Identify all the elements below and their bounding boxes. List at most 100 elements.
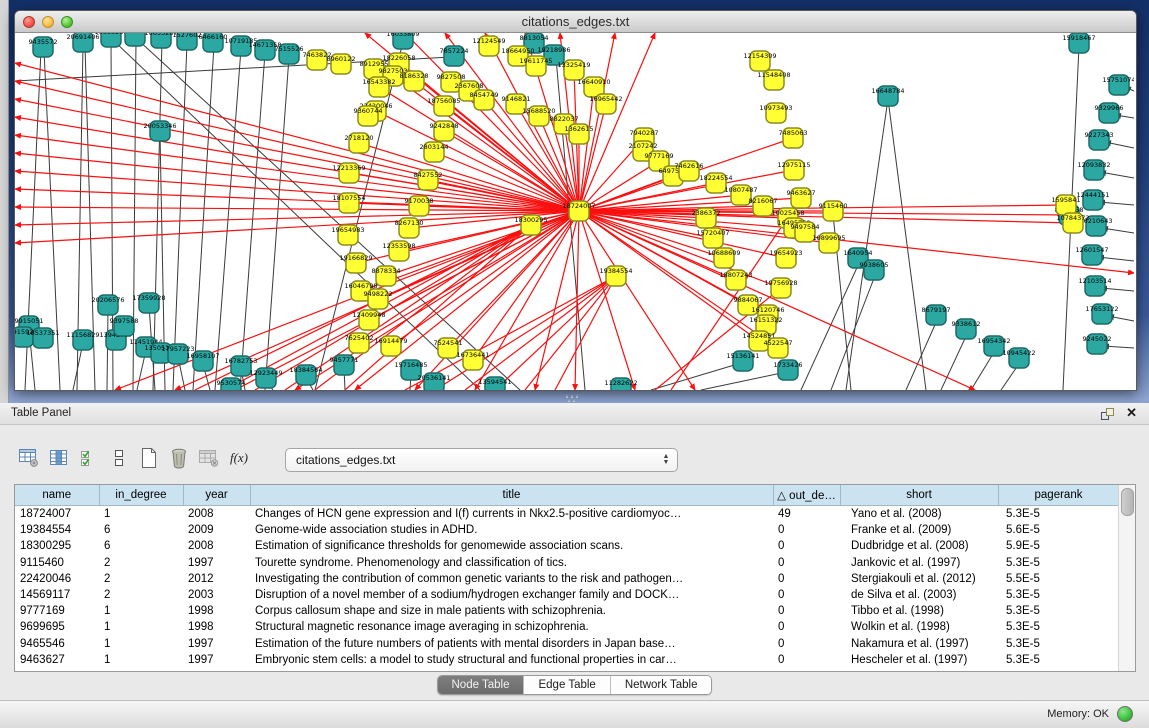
table-cell[interactable]: Wolkin et al. (1998): [840, 619, 998, 635]
delete-table-icon[interactable]: [194, 445, 224, 471]
table-row[interactable]: 969969511998Structural magnetic resonanc…: [15, 619, 1119, 635]
tab-edge-table[interactable]: Edge Table: [524, 676, 610, 694]
column-header-title[interactable]: title: [250, 485, 773, 506]
table-cell[interactable]: 9699695: [15, 619, 99, 635]
new-file-icon[interactable]: [134, 445, 164, 471]
table-cell[interactable]: 1: [99, 652, 183, 668]
table-cell[interactable]: Corpus callosum shape and size in male p…: [250, 603, 773, 619]
select-all-icon[interactable]: [74, 445, 104, 471]
table-cell[interactable]: 0: [773, 538, 840, 554]
table-cell[interactable]: 0: [773, 636, 840, 652]
table-cell[interactable]: 5.3E-5: [998, 603, 1119, 619]
table-cell[interactable]: 9465546: [15, 636, 99, 652]
table-cell[interactable]: 1998: [183, 619, 250, 635]
table-row[interactable]: 1872400712008Changes of HCN gene express…: [15, 506, 1119, 523]
table-cell[interactable]: 1997: [183, 652, 250, 668]
table-cell[interactable]: Estimation of significance thresholds fo…: [250, 538, 773, 554]
table-cell[interactable]: 5.3E-5: [998, 619, 1119, 635]
table-cell[interactable]: 18724007: [15, 506, 99, 523]
table-cell[interactable]: 1997: [183, 555, 250, 571]
table-cell[interactable]: 0: [773, 619, 840, 635]
table-row[interactable]: 2242004622012Investigating the contribut…: [15, 571, 1119, 587]
column-header-name[interactable]: name: [15, 485, 99, 506]
table-cell[interactable]: Nakamura et al. (1997): [840, 636, 998, 652]
rows-icon[interactable]: [104, 445, 134, 471]
table-cell[interactable]: 5.3E-5: [998, 652, 1119, 668]
table-row[interactable]: 977716911998Corpus callosum shape and si…: [15, 603, 1119, 619]
table-cell[interactable]: Embryonic stem cells: a model to study s…: [250, 652, 773, 668]
table-cell[interactable]: 1997: [183, 636, 250, 652]
table-row[interactable]: 1938455462009Genome-wide association stu…: [15, 522, 1119, 538]
network-window-titlebar[interactable]: citations_edges.txt: [15, 11, 1136, 33]
table-row[interactable]: 911546021997Tourette syndrome. Phenomeno…: [15, 555, 1119, 571]
panel-divider-grip[interactable]: [566, 395, 580, 402]
table-cell[interactable]: 2: [99, 571, 183, 587]
table-cell[interactable]: Structural magnetic resonance image aver…: [250, 619, 773, 635]
table-cell[interactable]: Genome-wide association studies in ADHD.: [250, 522, 773, 538]
table-cell[interactable]: 6: [99, 538, 183, 554]
table-cell[interactable]: 22420046: [15, 571, 99, 587]
column-header-out-de-[interactable]: △ out_de…: [773, 485, 840, 506]
table-cell[interactable]: 2008: [183, 538, 250, 554]
table-cell[interactable]: 2008: [183, 506, 250, 523]
table-cell[interactable]: 1: [99, 619, 183, 635]
table-cell[interactable]: 2012: [183, 571, 250, 587]
table-cell[interactable]: 0: [773, 522, 840, 538]
network-canvas[interactable]: 9435572206914061085328120937871106532871…: [15, 33, 1134, 390]
tab-network-table[interactable]: Network Table: [611, 676, 712, 694]
close-panel-icon[interactable]: ✕: [1126, 405, 1137, 421]
float-panel-icon[interactable]: [1100, 407, 1115, 426]
table-row[interactable]: 946362711997Embryonic stem cells: a mode…: [15, 652, 1119, 668]
table-cell[interactable]: 5.3E-5: [998, 636, 1119, 652]
table-cell[interactable]: 0: [773, 652, 840, 668]
table-cell[interactable]: Hescheler et al. (1997): [840, 652, 998, 668]
table-settings-icon[interactable]: [14, 445, 44, 471]
table-cell[interactable]: 1: [99, 636, 183, 652]
table-scrollbar-thumb[interactable]: [1121, 488, 1134, 516]
table-cell[interactable]: 0: [773, 571, 840, 587]
table-cell[interactable]: 9463627: [15, 652, 99, 668]
table-cell[interactable]: 2003: [183, 587, 250, 603]
table-cell[interactable]: 2009: [183, 522, 250, 538]
table-cell[interactable]: 5.6E-5: [998, 522, 1119, 538]
table-cell[interactable]: Dudbridge et al. (2008): [840, 538, 998, 554]
table-cell[interactable]: de Silva et al. (2003): [840, 587, 998, 603]
table-cell[interactable]: 9777169: [15, 603, 99, 619]
table-cell[interactable]: Stergiakouli et al. (2012): [840, 571, 998, 587]
delete-icon[interactable]: [164, 445, 194, 471]
table-cell[interactable]: 19384554: [15, 522, 99, 538]
table-cell[interactable]: 5.3E-5: [998, 587, 1119, 603]
function-icon[interactable]: f(x): [224, 445, 254, 471]
network-window[interactable]: citations_edges.txt 94355722069140610853…: [14, 10, 1137, 391]
table-cell[interactable]: 1: [99, 603, 183, 619]
table-cell[interactable]: 2: [99, 587, 183, 603]
table-cell[interactable]: 9115460: [15, 555, 99, 571]
table-cell[interactable]: 18300295: [15, 538, 99, 554]
table-cell[interactable]: Estimation of the future numbers of pati…: [250, 636, 773, 652]
table-cell[interactable]: 0: [773, 555, 840, 571]
tab-node-table[interactable]: Node Table: [438, 676, 525, 694]
memory-status-icon[interactable]: [1117, 706, 1133, 722]
table-cell[interactable]: Tibbo et al. (1998): [840, 603, 998, 619]
table-row[interactable]: 1830029562008Estimation of significance …: [15, 538, 1119, 554]
table-cell[interactable]: 5.3E-5: [998, 506, 1119, 523]
table-cell[interactable]: Jankovic et al. (1997): [840, 555, 998, 571]
table-scrollbar[interactable]: [1118, 485, 1135, 671]
table-selector-dropdown[interactable]: citations_edges.txt ▲▼: [285, 448, 678, 472]
table-cell[interactable]: Disruption of a novel member of a sodium…: [250, 587, 773, 603]
table-cell[interactable]: 1998: [183, 603, 250, 619]
table-cell[interactable]: Yano et al. (2008): [840, 506, 998, 523]
table-cell[interactable]: 5.3E-5: [998, 555, 1119, 571]
attribute-table[interactable]: namein_degreeyeartitle△ out_de…shortpage…: [14, 484, 1136, 672]
table-row[interactable]: 946554611997Estimation of the future num…: [15, 636, 1119, 652]
table-cell[interactable]: 5.5E-5: [998, 571, 1119, 587]
column-header-year[interactable]: year: [183, 485, 250, 506]
network-graph[interactable]: 9435572206914061085328120937871106532871…: [15, 33, 1134, 390]
column-header-pagerank[interactable]: pagerank: [998, 485, 1119, 506]
table-cell[interactable]: 5.9E-5: [998, 538, 1119, 554]
column-header-in-degree[interactable]: in_degree: [99, 485, 183, 506]
table-cell[interactable]: 0: [773, 603, 840, 619]
table-row[interactable]: 1456911722003Disruption of a novel membe…: [15, 587, 1119, 603]
column-header-short[interactable]: short: [840, 485, 998, 506]
table-cell[interactable]: 1: [99, 506, 183, 523]
